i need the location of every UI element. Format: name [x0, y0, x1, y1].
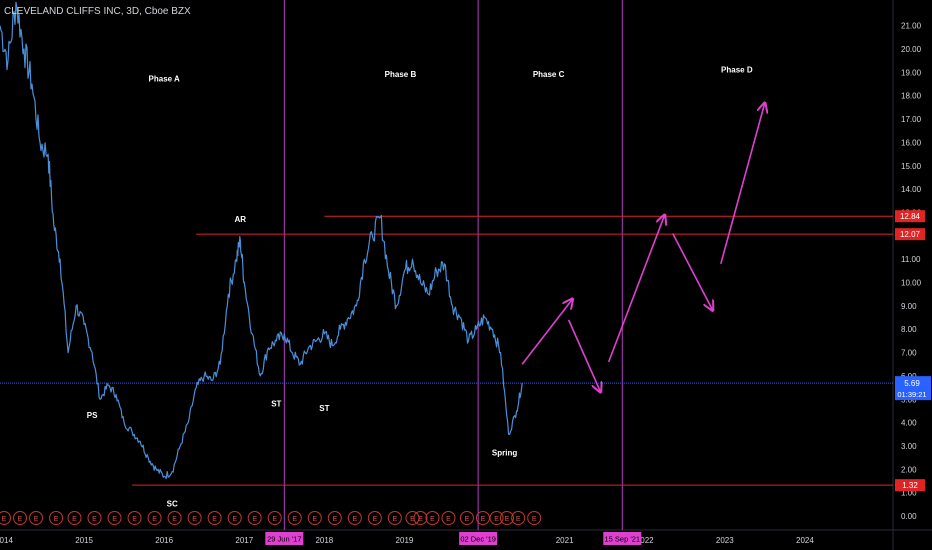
earnings-marker-label-25: E [446, 516, 451, 523]
projection-arrow-4[interactable] [720, 103, 765, 265]
earnings-marker-label-17: E [312, 516, 317, 523]
y-tick-label-4: 4.00 [901, 419, 917, 428]
earnings-marker-label-5: E [72, 516, 77, 523]
x-tick-label-2018: 2018 [315, 536, 333, 545]
earnings-marker-label-28: E [494, 516, 499, 523]
y-tick-label-21: 21.00 [901, 22, 922, 31]
y-tick-label-11: 11.00 [901, 255, 921, 264]
earnings-marker-label-6: E [92, 516, 97, 523]
phase-label-1: Phase B [385, 70, 417, 79]
wyckoff-label-st-2: ST [271, 399, 281, 408]
earnings-marker-label-19: E [352, 516, 357, 523]
earnings-marker-label-20: E [372, 516, 377, 523]
y-tick-label-15: 15.00 [901, 162, 922, 171]
earnings-marker-label-9: E [152, 516, 157, 523]
earnings-marker-label-26: E [465, 516, 470, 523]
date-tag-label-0: 29 Jun '17 [267, 535, 301, 544]
projection-arrow-0[interactable] [521, 299, 572, 365]
earnings-marker-label-12: E [212, 516, 217, 523]
earnings-marker-label-29: E [505, 516, 510, 523]
bar-countdown-label: 01:39:21 [897, 390, 926, 399]
earnings-marker-label-14: E [252, 516, 257, 523]
date-tag-label-1: 02 Dec '19 [460, 535, 496, 544]
earnings-marker-label-24: E [430, 516, 435, 523]
level-tag-label-2: 1.32 [902, 481, 918, 490]
y-tick-label-9: 9.00 [901, 302, 917, 311]
earnings-marker-label-23: E [418, 516, 423, 523]
x-tick-label-2019: 2019 [396, 536, 414, 545]
earnings-marker-label-11: E [192, 516, 197, 523]
wyckoff-label-ar-0: AR [234, 215, 246, 224]
y-tick-label-3: 3.00 [901, 442, 917, 451]
y-tick-label-14: 14.00 [901, 185, 922, 194]
y-tick-label-20: 20.00 [901, 45, 922, 54]
earnings-marker-label-18: E [332, 516, 337, 523]
y-tick-label-16: 16.00 [901, 138, 922, 147]
earnings-marker-label-16: E [292, 516, 297, 523]
wyckoff-label-spring-5: Spring [492, 448, 517, 457]
phase-label-3: Phase D [721, 65, 753, 74]
x-tick-label-2016: 2016 [155, 536, 173, 545]
y-tick-label-0: 0.00 [901, 512, 917, 521]
projection-arrow-1[interactable] [567, 319, 601, 392]
earnings-marker-label-3: E [34, 516, 39, 523]
y-tick-label-19: 19.00 [901, 68, 922, 77]
current-price-tag-label: 5.69 [904, 379, 920, 388]
wyckoff-label-ps-1: PS [87, 411, 98, 420]
y-tick-label-18: 18.00 [901, 92, 922, 101]
earnings-marker-label-31: E [532, 516, 537, 523]
y-tick-label-17: 17.00 [901, 115, 922, 124]
y-tick-label-2: 2.00 [901, 465, 917, 474]
earnings-marker-label-1: E [2, 516, 7, 523]
earnings-marker-label-8: E [132, 516, 137, 523]
chart-title: CLEVELAND CLIFFS INC, 3D, Cboe BZX [4, 6, 191, 17]
phase-label-2: Phase C [533, 70, 565, 79]
earnings-marker-label-21: E [393, 516, 398, 523]
earnings-marker-label-27: E [481, 516, 486, 523]
x-tick-label-2024: 2024 [796, 536, 814, 545]
x-tick-label-2015: 2015 [75, 536, 93, 545]
date-tag-label-2: 15 Sep '21 [604, 535, 640, 544]
projection-arrow-3[interactable] [672, 233, 713, 310]
x-tick-label-2017: 2017 [235, 536, 253, 545]
y-tick-label-7: 7.00 [901, 349, 917, 358]
wyckoff-label-st-3: ST [319, 404, 329, 413]
x-tick-label-2021: 2021 [556, 536, 574, 545]
y-tick-label-10: 10.00 [901, 279, 922, 288]
level-tag-label-0: 12.84 [900, 212, 921, 221]
earnings-marker-label-30: E [516, 516, 521, 523]
earnings-marker-label-2: E [18, 516, 23, 523]
price-chart[interactable]: Phase A Phase B Phase C Phase D AR PS ST ST SC Sp… [0, 0, 932, 550]
wyckoff-label-sc-4: SC [167, 500, 178, 509]
y-tick-label-8: 8.00 [901, 325, 917, 334]
level-tag-label-1: 12.07 [900, 230, 921, 239]
phase-label-0: Phase A [149, 75, 180, 84]
earnings-marker-label-15: E [272, 516, 277, 523]
projection-arrow-2[interactable] [607, 215, 665, 363]
earnings-marker-label-13: E [232, 516, 237, 523]
earnings-marker-label-4: E [54, 516, 59, 523]
earnings-marker-label-10: E [172, 516, 177, 523]
price-line-series[interactable] [0, 1, 523, 479]
earnings-marker-label-7: E [112, 516, 117, 523]
x-tick-label-2014: 2014 [0, 536, 13, 545]
x-tick-label-2023: 2023 [716, 536, 734, 545]
